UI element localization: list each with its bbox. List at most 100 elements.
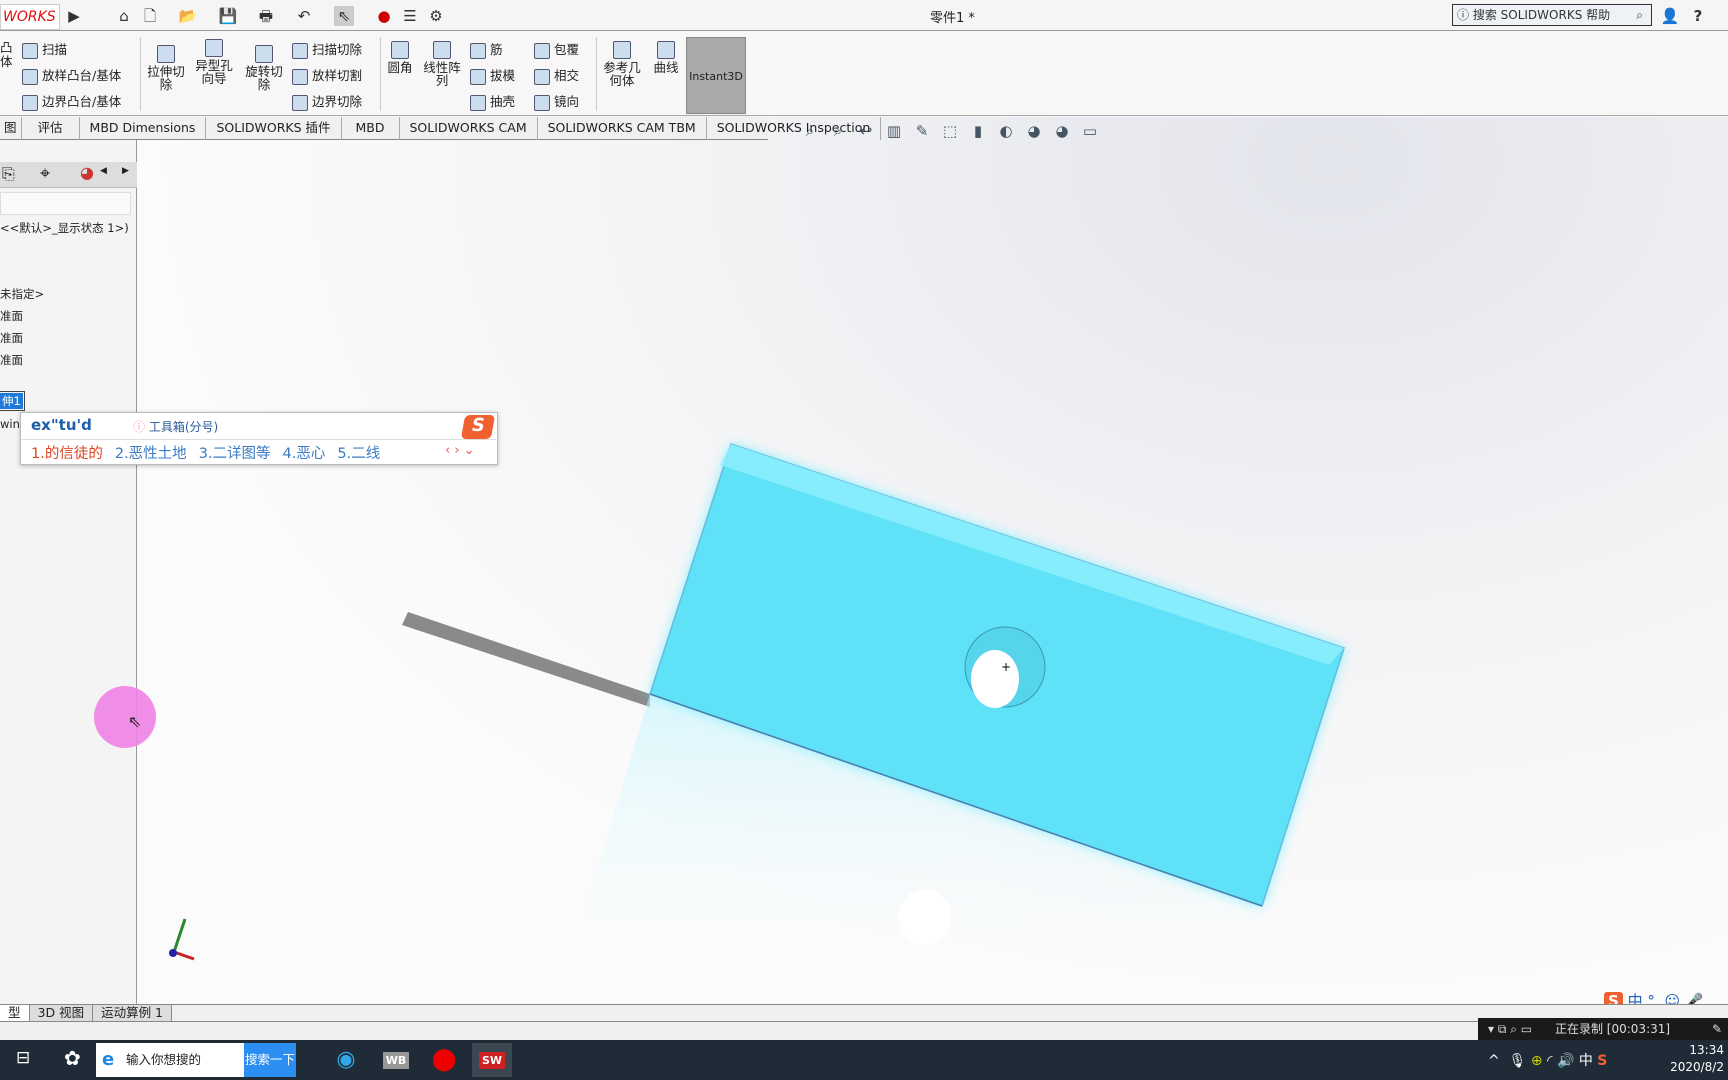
curves-button[interactable]: 曲线	[644, 41, 688, 74]
display-style-icon[interactable]: ▮	[968, 122, 988, 142]
home-icon[interactable]: ⌂	[114, 6, 134, 26]
document-title: 零件1 *	[930, 11, 975, 26]
wrap-button[interactable]: 包覆	[534, 39, 579, 59]
ime-candidate[interactable]: 4.恶心	[283, 446, 326, 462]
hide-show-icon[interactable]: ◐	[996, 122, 1016, 142]
ime-candidate[interactable]: 3.二详图等	[199, 446, 271, 462]
dimxpert-icon[interactable]: ⌖	[40, 163, 50, 184]
boundary-cut-button[interactable]: 边界切除	[292, 91, 362, 111]
taskbar-app-wb[interactable]: WB	[376, 1043, 416, 1077]
tree-item-plane[interactable]: 准面	[0, 352, 23, 368]
mirror-button[interactable]: 镜向	[534, 91, 579, 111]
tab-solidworks-cam[interactable]: SOLIDWORKS CAM	[400, 117, 538, 140]
tab-motion-study[interactable]: 运动算例 1	[93, 1005, 173, 1021]
microphone-icon[interactable]: 🎙	[1509, 1053, 1527, 1069]
extrude-cut-button[interactable]: 拉伸切除	[144, 45, 188, 91]
cursor-highlight	[94, 686, 156, 748]
tree-display-state[interactable]: <<默认>_显示状态 1>)	[0, 220, 129, 236]
traffic-light-icon[interactable]: ●	[374, 6, 394, 26]
swept-cut-button[interactable]: 扫描切除	[292, 39, 362, 59]
dynamic-annotation-icon[interactable]: ✎	[912, 122, 932, 142]
tree-item-plane[interactable]: 准面	[0, 330, 23, 346]
select-icon[interactable]: ⇖	[334, 6, 354, 26]
graphics-area[interactable]: +	[137, 117, 1728, 1004]
tab-solidworks-addins[interactable]: SOLIDWORKS 插件	[206, 117, 342, 140]
boundary-boss-button[interactable]: 边界凸台/基体	[22, 91, 121, 111]
tab-evaluate[interactable]: 评估	[22, 117, 80, 140]
task-view-icon[interactable]: ⊟	[16, 1048, 30, 1068]
ime-toolbox-hint[interactable]: ⓘ 工具箱(分号)	[133, 418, 218, 435]
view-settings-icon[interactable]: ▭	[1080, 122, 1100, 142]
taskbar-search-button[interactable]: 搜索一下	[244, 1043, 296, 1077]
volume-icon[interactable]: 🔊	[1557, 1053, 1574, 1069]
options-list-icon[interactable]: ☰	[400, 6, 420, 26]
help-search-input[interactable]: ⓘ 搜索 SOLIDWORKS 帮助 ⌕	[1452, 4, 1652, 26]
reference-geometry-button[interactable]: 参考几何体	[600, 41, 644, 87]
print-icon[interactable]: 🖶	[256, 6, 276, 26]
section-view-icon[interactable]: ▥	[884, 122, 904, 142]
scroll-left-icon[interactable]: ◀	[100, 166, 107, 176]
help-search-placeholder: 搜索 SOLIDWORKS 帮助	[1472, 8, 1611, 22]
tab-mbd-dimensions[interactable]: MBD Dimensions	[80, 117, 207, 140]
ime-candidate[interactable]: 2.恶性土地	[115, 446, 187, 462]
pen-icon[interactable]: ✎	[1712, 1018, 1722, 1040]
rib-button[interactable]: 筋	[470, 39, 503, 59]
scene-icon[interactable]: ◕	[1052, 122, 1072, 142]
gear-icon[interactable]: ⚙	[426, 6, 446, 26]
linear-pattern-button[interactable]: 线性阵列	[420, 41, 464, 87]
tab-solidworks-inspection[interactable]: SOLIDWORKS Inspection	[707, 117, 882, 140]
display-manager-icon[interactable]: ◕	[80, 163, 94, 182]
ime-page-arrows-icon[interactable]: ‹ › ⌄	[445, 443, 475, 458]
edge-icon[interactable]: ◉	[326, 1043, 366, 1077]
taskbar-search-input[interactable]: e 输入你想搜的	[96, 1043, 246, 1077]
tab-partial[interactable]: 图	[0, 117, 22, 140]
shell-button[interactable]: 抽壳	[470, 91, 515, 111]
tab-model[interactable]: 型	[0, 1005, 30, 1021]
revolve-cut-button[interactable]: 旋转切除	[242, 45, 286, 91]
label: 旋转切除	[245, 64, 283, 92]
lofted-cut-button[interactable]: 放样切割	[292, 65, 362, 85]
help-icon[interactable]: ?	[1688, 6, 1708, 26]
config-manager-icon[interactable]: ⎘	[2, 164, 15, 184]
fillet-button[interactable]: 圆角	[378, 41, 422, 74]
show-hidden-icon[interactable]: ^	[1488, 1053, 1500, 1069]
ribbon-partial-button[interactable]: 凸体	[0, 41, 13, 69]
tree-item-rename-input[interactable]: 伸1	[0, 391, 25, 411]
fan-app-icon[interactable]: ✿	[64, 1046, 81, 1070]
view-orientation-icon[interactable]: ⬚	[940, 122, 960, 142]
user-icon[interactable]: 👤	[1660, 6, 1680, 26]
recorder-controls-icon[interactable]: ▾ ⧉ ⌕ ▭	[1488, 1022, 1532, 1036]
tab-mbd[interactable]: MBD	[342, 117, 400, 140]
search-icon[interactable]: ⌕	[1636, 5, 1643, 25]
edit-appearance-icon[interactable]: ◕	[1024, 122, 1044, 142]
clock[interactable]: 13:34 2020/8/2	[1660, 1042, 1724, 1076]
solidworks-logo[interactable]: WORKS	[0, 4, 60, 30]
ime-candidates: 1.的信徒的 2.恶性土地 3.二详图等 4.恶心 5.二线	[31, 442, 392, 463]
loft-boss-button[interactable]: 放样凸台/基体	[22, 65, 121, 85]
expand-menu-icon[interactable]: ▶	[64, 6, 84, 26]
ime-candidate[interactable]: 1.的信徒的	[31, 446, 103, 462]
draft-button[interactable]: 拔模	[470, 65, 515, 85]
sweep-button[interactable]: 扫描	[22, 39, 67, 59]
new-document-icon[interactable]: 🗋	[140, 6, 160, 26]
wifi-icon[interactable]: ◜	[1547, 1053, 1552, 1069]
ime-indicator[interactable]: 中	[1579, 1053, 1593, 1069]
tray-app-icon[interactable]: ⊕	[1531, 1053, 1543, 1069]
instant3d-button[interactable]: Instant3D	[686, 37, 746, 114]
intersect-button[interactable]: 相交	[534, 65, 579, 85]
save-icon[interactable]: 💾	[218, 6, 238, 26]
tree-item-material[interactable]: 未指定>	[0, 286, 44, 302]
tab-3d-view[interactable]: 3D 视图	[29, 1005, 94, 1021]
tree-item-partial[interactable]: win	[0, 417, 20, 431]
tree-item-plane[interactable]: 准面	[0, 308, 23, 324]
tab-solidworks-cam-tbm[interactable]: SOLIDWORKS CAM TBM	[538, 117, 707, 140]
scroll-right-icon[interactable]: ▶	[122, 166, 129, 176]
ime-candidate[interactable]: 5.二线	[337, 446, 380, 462]
undo-icon[interactable]: ↶	[294, 6, 314, 26]
recorder-app-icon[interactable]: ⬤	[424, 1043, 464, 1077]
hole-wizard-button[interactable]: 异型孔向导	[192, 39, 236, 85]
taskbar-app-solidworks[interactable]: SW	[472, 1043, 512, 1077]
sogou-tray-icon[interactable]: S	[1597, 1053, 1607, 1069]
filter-input[interactable]	[0, 192, 131, 215]
open-icon[interactable]: 📂	[178, 6, 198, 26]
